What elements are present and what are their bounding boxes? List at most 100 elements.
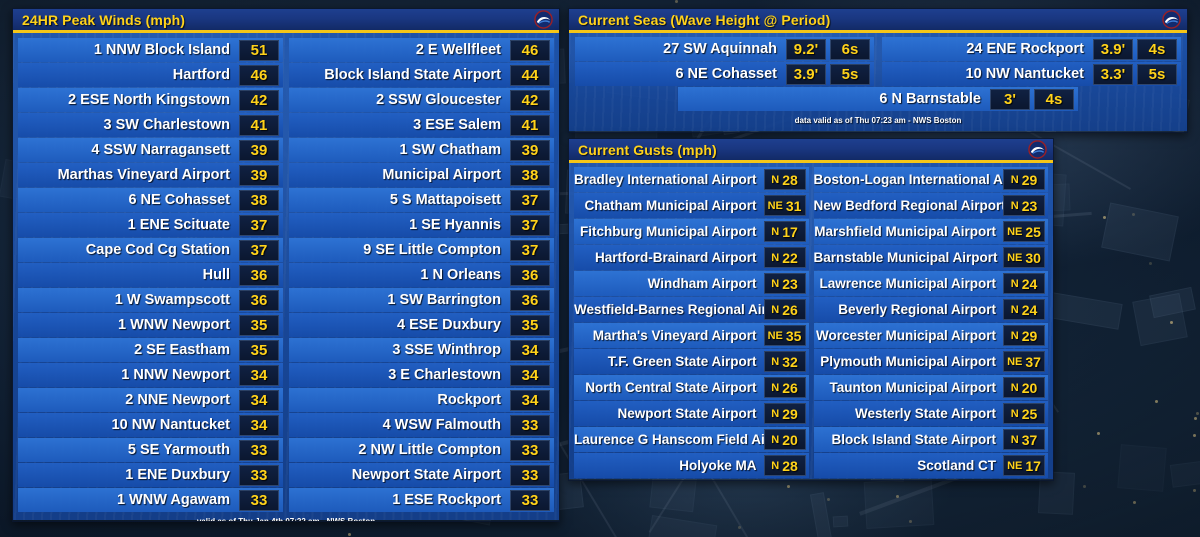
peak-wind-row: 1 NNW Newport 34 <box>18 363 283 387</box>
gust-value: N 22 <box>763 247 806 268</box>
gust-value: NE 37 <box>1003 351 1045 372</box>
peak-wind-row: 4 WSW Falmouth 33 <box>289 413 554 437</box>
wind-speed-value: 26 <box>782 379 798 396</box>
current-gusts-row: Beverly Regional Airport N 24 <box>813 297 1048 322</box>
peak-wind-value: 37 <box>239 239 279 261</box>
current-seas-row: 6 N Barnstable 3' 4s <box>678 87 1078 111</box>
peak-winds-footer-validity: valid as of Thu Jan 4th 07:22 am - NWS B… <box>196 517 376 522</box>
wind-speed-value: 23 <box>782 275 798 292</box>
wind-speed-value: 31 <box>785 197 802 214</box>
gust-value: N 24 <box>1003 299 1045 320</box>
row-location-name: Chatham Municipal Airport <box>584 198 757 213</box>
peak-wind-row: 1 SW Chatham 39 <box>289 138 554 162</box>
wind-direction: N <box>771 381 780 394</box>
current-seas-body: 27 SW Aquinnah 9.2' 6s 6 NE Cohasset 3.9' 5s … <box>569 33 1187 131</box>
current-gusts-row: Chatham Municipal Airport NE 31 <box>574 193 809 218</box>
wind-speed-value: 37 <box>1025 353 1041 370</box>
row-location-name: Hartford <box>172 67 230 83</box>
peak-wind-value: 39 <box>239 139 279 161</box>
peak-wind-row: 5 S Mattapoisett 37 <box>289 188 554 212</box>
row-location-name: Marthas Vineyard Airport <box>57 167 230 183</box>
wind-speed-value: 17 <box>782 223 798 240</box>
wind-direction: N <box>1010 381 1019 394</box>
row-location-name: 2 E Wellfleet <box>415 42 501 58</box>
current-gusts-row: Laurence G Hanscom Field AirportN20 <box>574 427 809 452</box>
gust-value: N 26 <box>763 299 806 320</box>
gust-value: N 23 <box>1003 195 1045 216</box>
row-location-name: Newport State Airport <box>351 467 501 483</box>
peak-wind-value: 35 <box>510 314 550 336</box>
gust-value: NE 35 <box>763 325 806 346</box>
row-location-name: 1 ESE Rockport <box>392 492 501 508</box>
row-location-name: Windham Airport <box>647 276 757 291</box>
peak-wind-value: 33 <box>239 464 279 486</box>
current-gusts-row: Fitchburg Municipal Airport N 17 <box>574 219 809 244</box>
gust-value: NE 31 <box>763 195 806 216</box>
peak-wind-value: 46 <box>510 39 550 61</box>
row-location-name: 6 NE Cohasset <box>675 66 777 82</box>
row-location-name: 1 N Orleans <box>420 267 501 283</box>
peak-wind-row: Marthas Vineyard Airport 39 <box>18 163 283 187</box>
wind-speed-value: 25 <box>1025 223 1041 240</box>
current-seas-row: 6 NE Cohasset 3.9' 5s <box>575 62 874 86</box>
row-location-name: Barnstable Municipal Airport <box>813 250 998 265</box>
peak-wind-row: 9 SE Little Compton 37 <box>289 238 554 262</box>
row-location-name: Westerly State Airport <box>854 406 996 421</box>
peak-wind-row: Municipal Airport 38 <box>289 163 554 187</box>
peak-wind-value: 37 <box>510 189 550 211</box>
row-location-name: Beverly Regional Airport <box>838 302 996 317</box>
row-location-name: North Central State Airport <box>585 380 757 395</box>
gust-value: N 29 <box>1003 169 1045 190</box>
row-location-name: 2 NW Little Compton <box>358 442 501 458</box>
wave-period-value: 6s <box>830 38 870 60</box>
wave-period-value: 4s <box>1033 88 1074 110</box>
gust-value: N 28 <box>763 455 806 476</box>
peak-winds-column-right: 2 E Wellfleet 46 Block Island State Airpor… <box>289 38 554 513</box>
row-location-name: 4 SSW Narragansett <box>91 142 230 158</box>
row-location-name: Taunton Municipal Airport <box>829 380 996 395</box>
row-location-name: Newport State Airport <box>617 406 757 421</box>
nws-logo-icon <box>534 10 553 29</box>
peak-wind-value: 34 <box>239 414 279 436</box>
gust-value: N 23 <box>763 273 806 294</box>
wind-speed-value: 28 <box>782 171 798 188</box>
peak-wind-row: 1 SW Barrington 36 <box>289 288 554 312</box>
row-location-name: 1 SE Hyannis <box>409 217 501 233</box>
wind-direction: N <box>771 303 780 316</box>
current-seas-footer-validity: data valid as of Thu 07:23 am - NWS Bost… <box>794 116 962 125</box>
gust-value: N 29 <box>763 403 806 424</box>
wave-height-value: 3.9' <box>1093 38 1133 60</box>
peak-wind-value: 36 <box>239 264 279 286</box>
wind-speed-value: 20 <box>782 431 798 448</box>
current-seas-row: 10 NW Nantucket 3.3' 5s <box>882 62 1181 86</box>
wave-period-value: 4s <box>1137 38 1177 60</box>
peak-wind-value: 39 <box>510 139 550 161</box>
peak-wind-value: 33 <box>510 414 550 436</box>
wave-height-value: 9.2' <box>786 38 826 60</box>
peak-wind-row: 1 WNW Newport 35 <box>18 313 283 337</box>
peak-winds-column-left: 1 NNW Block Island 51 Hartford 46 2 ESE Nort… <box>18 38 283 513</box>
peak-wind-value: 35 <box>239 339 279 361</box>
current-gusts-row: Westfield-Barnes Regional AirportN26 <box>574 297 809 322</box>
gust-value: N 17 <box>763 221 806 242</box>
peak-wind-row: 6 NE Cohasset 38 <box>18 188 283 212</box>
wind-direction: N <box>771 459 780 472</box>
peak-wind-row: 5 SE Yarmouth 33 <box>18 438 283 462</box>
peak-wind-row: 2 NW Little Compton 33 <box>289 438 554 462</box>
current-gusts-row: Taunton Municipal Airport N 20 <box>813 375 1048 400</box>
peak-wind-row: 2 SE Eastham 35 <box>18 338 283 362</box>
wind-speed-value: 24 <box>1021 301 1038 318</box>
row-location-name: 2 ESE North Kingstown <box>68 92 230 108</box>
row-location-name: Plymouth Municipal Airport <box>820 354 996 369</box>
current-gusts-row: Martha's Vineyard Airport NE 35 <box>574 323 809 348</box>
peak-winds-footer: valid as of Thu Jan 4th 07:22 am - NWS B… <box>18 513 554 522</box>
current-gusts-column-right: Boston-Logan International AirportN29New… <box>813 167 1048 479</box>
panel-current-gusts: Current Gusts (mph) Bradley Internationa… <box>568 138 1054 481</box>
row-location-name: Scotland CT <box>917 458 996 473</box>
peak-winds-title: 24HR Peak Winds (mph) <box>22 11 186 28</box>
wind-direction: NE <box>767 199 783 212</box>
peak-wind-value: 33 <box>239 439 279 461</box>
row-location-name: Lawrence Municipal Airport <box>819 276 996 291</box>
current-gusts-row: Barnstable Municipal Airport NE 30 <box>813 245 1048 270</box>
peak-wind-value: 42 <box>510 89 550 111</box>
